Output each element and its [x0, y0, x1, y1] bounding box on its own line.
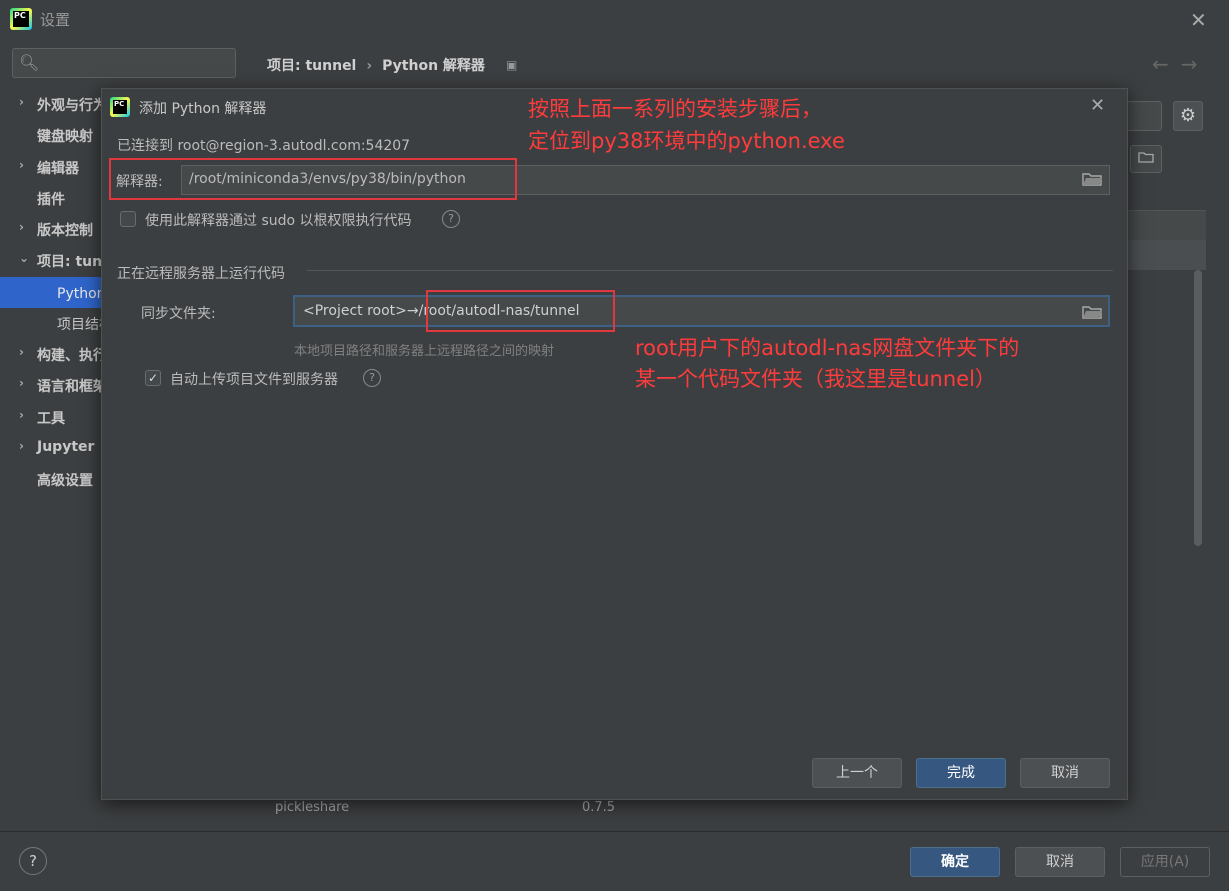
sidebar-item-label: 版本控制	[37, 223, 93, 239]
dialog-cancel-button[interactable]: 取消	[1020, 758, 1110, 788]
breadcrumb-page: Python 解释器	[382, 58, 485, 74]
browse-interpreter-folder-icon[interactable]	[1082, 172, 1102, 190]
help-button[interactable]: ?	[19, 847, 47, 875]
sidebar-item-label: 键盘映射	[37, 129, 93, 145]
breadcrumb-project[interactable]: 项目: tunnel	[267, 58, 356, 74]
sidebar-item-label: 外观与行为	[37, 98, 107, 114]
sudo-checkbox[interactable]	[120, 211, 136, 227]
section-divider	[307, 270, 1113, 271]
sync-folder-label: 同步文件夹:	[141, 306, 216, 322]
pycharm-logo-icon: PC	[110, 97, 130, 117]
sidebar-item-label: 语言和框架	[37, 379, 107, 395]
section-title: 正在远程服务器上运行代码	[117, 266, 285, 282]
project-scope-icon: ▣	[506, 58, 518, 72]
annotation-note-1-line-2: 定位到py38环境中的python.exe	[528, 129, 845, 153]
window-close-icon[interactable]: ✕	[1190, 8, 1207, 32]
search-icon: 🔍︎	[19, 53, 40, 72]
chevron-right-icon: ›	[19, 95, 24, 109]
annotation-box-sync-path	[426, 290, 615, 332]
auto-upload-checkbox[interactable]: ✓	[145, 370, 161, 386]
sidebar-item-label: 编辑器	[37, 161, 79, 177]
browse-sync-folder-icon[interactable]	[1082, 305, 1102, 323]
packages-table-header	[1128, 210, 1206, 240]
annotation-box-interpreter	[109, 158, 517, 200]
pycharm-logo-icon: PC	[10, 8, 32, 30]
settings-search-input[interactable]	[12, 48, 236, 78]
apply-button[interactable]: 应用(A)	[1120, 847, 1210, 877]
dialog-close-icon[interactable]: ✕	[1090, 95, 1105, 116]
title-bar	[0, 0, 1229, 38]
annotation-note-2-line-2: 某一个代码文件夹（我这里是tunnel）	[635, 367, 996, 391]
sudo-label: 使用此解释器通过 sudo 以根权限执行代码	[145, 213, 412, 229]
sync-folder-hint: 本地项目路径和服务器上远程路径之间的映射	[294, 344, 555, 359]
chevron-right-icon: ›	[19, 376, 24, 390]
question-mark-icon[interactable]: ?	[363, 369, 381, 387]
chevron-right-icon: ›	[19, 220, 24, 234]
annotation-note-2-line-1: root用户下的autodl-nas网盘文件夹下的	[635, 336, 1020, 360]
sidebar-item-label: 高级设置	[37, 473, 93, 489]
sidebar-item-label: 插件	[37, 192, 65, 208]
previous-button[interactable]: 上一个	[812, 758, 902, 788]
folder-icon[interactable]	[1130, 145, 1162, 173]
finish-button[interactable]: 完成	[916, 758, 1006, 788]
chevron-right-icon: ›	[19, 408, 24, 422]
packages-scrollbar[interactable]	[1194, 270, 1202, 546]
chevron-right-icon: ›	[19, 158, 24, 172]
breadcrumb: 项目: tunnel › Python 解释器	[267, 55, 485, 75]
annotation-note-1-line-1: 按照上面一系列的安装步骤后，	[528, 97, 822, 121]
dialog-title: 添加 Python 解释器	[139, 101, 267, 117]
package-version: 0.7.5	[582, 800, 616, 815]
chevron-right-icon: ›	[19, 345, 24, 359]
back-forward-arrows[interactable]: ←→	[1152, 52, 1210, 76]
window-title: 设置	[40, 11, 71, 29]
gear-icon[interactable]: ⚙	[1173, 101, 1203, 131]
chevron-down-icon: ⌄	[19, 251, 30, 265]
sidebar-item-label: Jupyter	[37, 439, 95, 455]
chevron-right-icon: ›	[19, 439, 24, 453]
cancel-button[interactable]: 取消	[1015, 847, 1105, 877]
package-name: pickleshare	[275, 800, 350, 815]
table-row[interactable]	[1128, 240, 1206, 270]
auto-upload-label: 自动上传项目文件到服务器	[170, 372, 338, 388]
question-mark-icon[interactable]: ?	[442, 210, 460, 228]
ok-button[interactable]: 确定	[910, 847, 1000, 877]
connection-status: 已连接到 root@region-3.autodl.com:54207	[117, 138, 411, 154]
sidebar-item-label: 工具	[37, 411, 65, 427]
breadcrumb-separator: ›	[366, 58, 373, 74]
